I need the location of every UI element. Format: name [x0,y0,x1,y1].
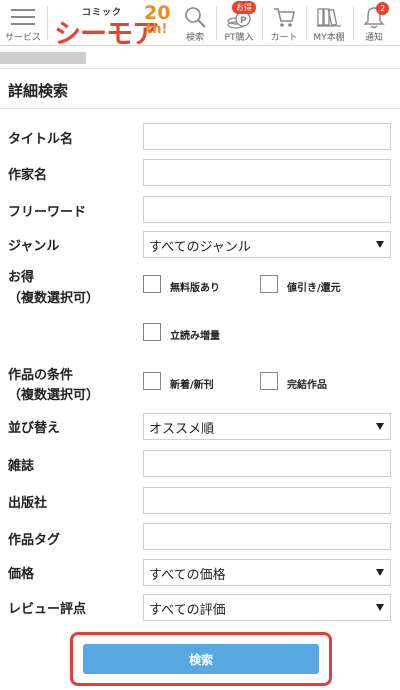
review-select[interactable]: すべての評価 [143,594,391,621]
section-divider [0,68,400,69]
genre-select[interactable]: すべてのジャンル [143,231,391,258]
service-menu-button[interactable]: サービス [0,0,46,46]
extended-preview-label: 立読み増量 [170,331,220,342]
bookshelf-icon [317,8,341,27]
otoku-badge: お得 [232,1,256,14]
magazine-input[interactable] [143,450,391,477]
publisher-label: 出版社 [8,496,48,511]
sort-label: 並び替え [8,421,61,436]
notification-count-badge: 2 [376,2,389,15]
page-title: 詳細検索 [8,82,69,100]
tag-input[interactable] [143,523,391,550]
caret-down-icon [376,423,384,430]
nav-search-label: 検索 [185,33,204,43]
nav-point-purchase[interactable]: P お得 PT購入 [218,0,260,46]
site-header: サービス コミック シーモア 20 th! 検索 P お得 PT購入 カート M… [0,0,400,51]
free-version-label: 無料版あり [170,283,220,294]
magazine-label: 雑誌 [8,459,35,474]
nav-cart-label: カート [270,33,298,43]
free-version-checkbox[interactable] [143,275,161,293]
sort-select[interactable]: オススメ順 [143,413,391,440]
genre-label: ジャンル [8,239,60,254]
nav-my-bookshelf-label: MY本棚 [313,33,345,43]
otoku-multi-select-note: （複数選択可） [8,291,100,306]
condition-label: 作品の条件 [8,368,74,383]
freeword-label: フリーワード [8,205,87,220]
title-divider [0,108,400,109]
header-divider [47,6,48,40]
price-select[interactable]: すべての価格 [143,559,391,586]
caret-down-icon [376,569,384,576]
logo-anniversary-suffix: th! [146,22,168,37]
nav-point-purchase-label: PT購入 [224,33,254,43]
cart-icon [274,8,295,27]
nav-my-bookshelf[interactable]: MY本棚 [307,0,351,46]
svg-text:P: P [240,16,247,26]
new-release-checkbox[interactable] [143,372,161,390]
sort-select-value: オススメ順 [149,422,215,437]
header-divider [216,6,217,40]
hamburger-icon [11,9,35,25]
discount-checkbox[interactable] [260,275,278,293]
nav-cart[interactable]: カート [264,0,304,46]
logo-main-text: シーモア [54,19,159,50]
otoku-label: お得 [8,270,35,285]
caret-down-icon [376,241,384,248]
logo-anniversary-number: 20 [144,2,171,24]
new-release-label: 新着/新刊 [170,380,214,391]
extended-preview-checkbox[interactable] [143,323,161,341]
title-input[interactable] [143,123,391,150]
genre-select-value: すべてのジャンル [149,240,251,255]
search-icon [185,7,206,28]
nav-search[interactable]: 検索 [176,0,214,46]
completed-checkbox[interactable] [260,372,278,390]
price-select-value: すべての価格 [149,568,226,583]
nav-notifications[interactable]: 2 通知 [355,0,393,46]
search-submit-button[interactable]: 検索 [83,644,319,674]
tag-label: 作品タグ [8,533,61,548]
price-label: 価格 [8,567,35,582]
discount-label: 値引き/還元 [287,283,341,294]
author-input[interactable] [143,159,391,186]
site-logo[interactable]: コミック シーモア 20 th! [52,2,176,51]
publisher-input[interactable] [143,487,391,514]
title-label: タイトル名 [8,132,74,147]
author-label: 作家名 [8,168,48,183]
caret-down-icon [376,604,384,611]
search-button-highlight: 検索 [70,632,332,686]
review-label: レビュー評点 [8,602,87,617]
nav-notifications-label: 通知 [364,33,383,43]
service-menu-label: サービス [4,33,41,43]
header-divider [262,6,263,40]
review-select-value: すべての評価 [149,603,226,618]
condition-multi-select-note: （複数選択可） [8,388,100,403]
header-divider [353,6,354,40]
breadcrumb-placeholder [0,52,86,64]
completed-label: 完結作品 [287,380,327,391]
freeword-input[interactable] [143,196,391,223]
